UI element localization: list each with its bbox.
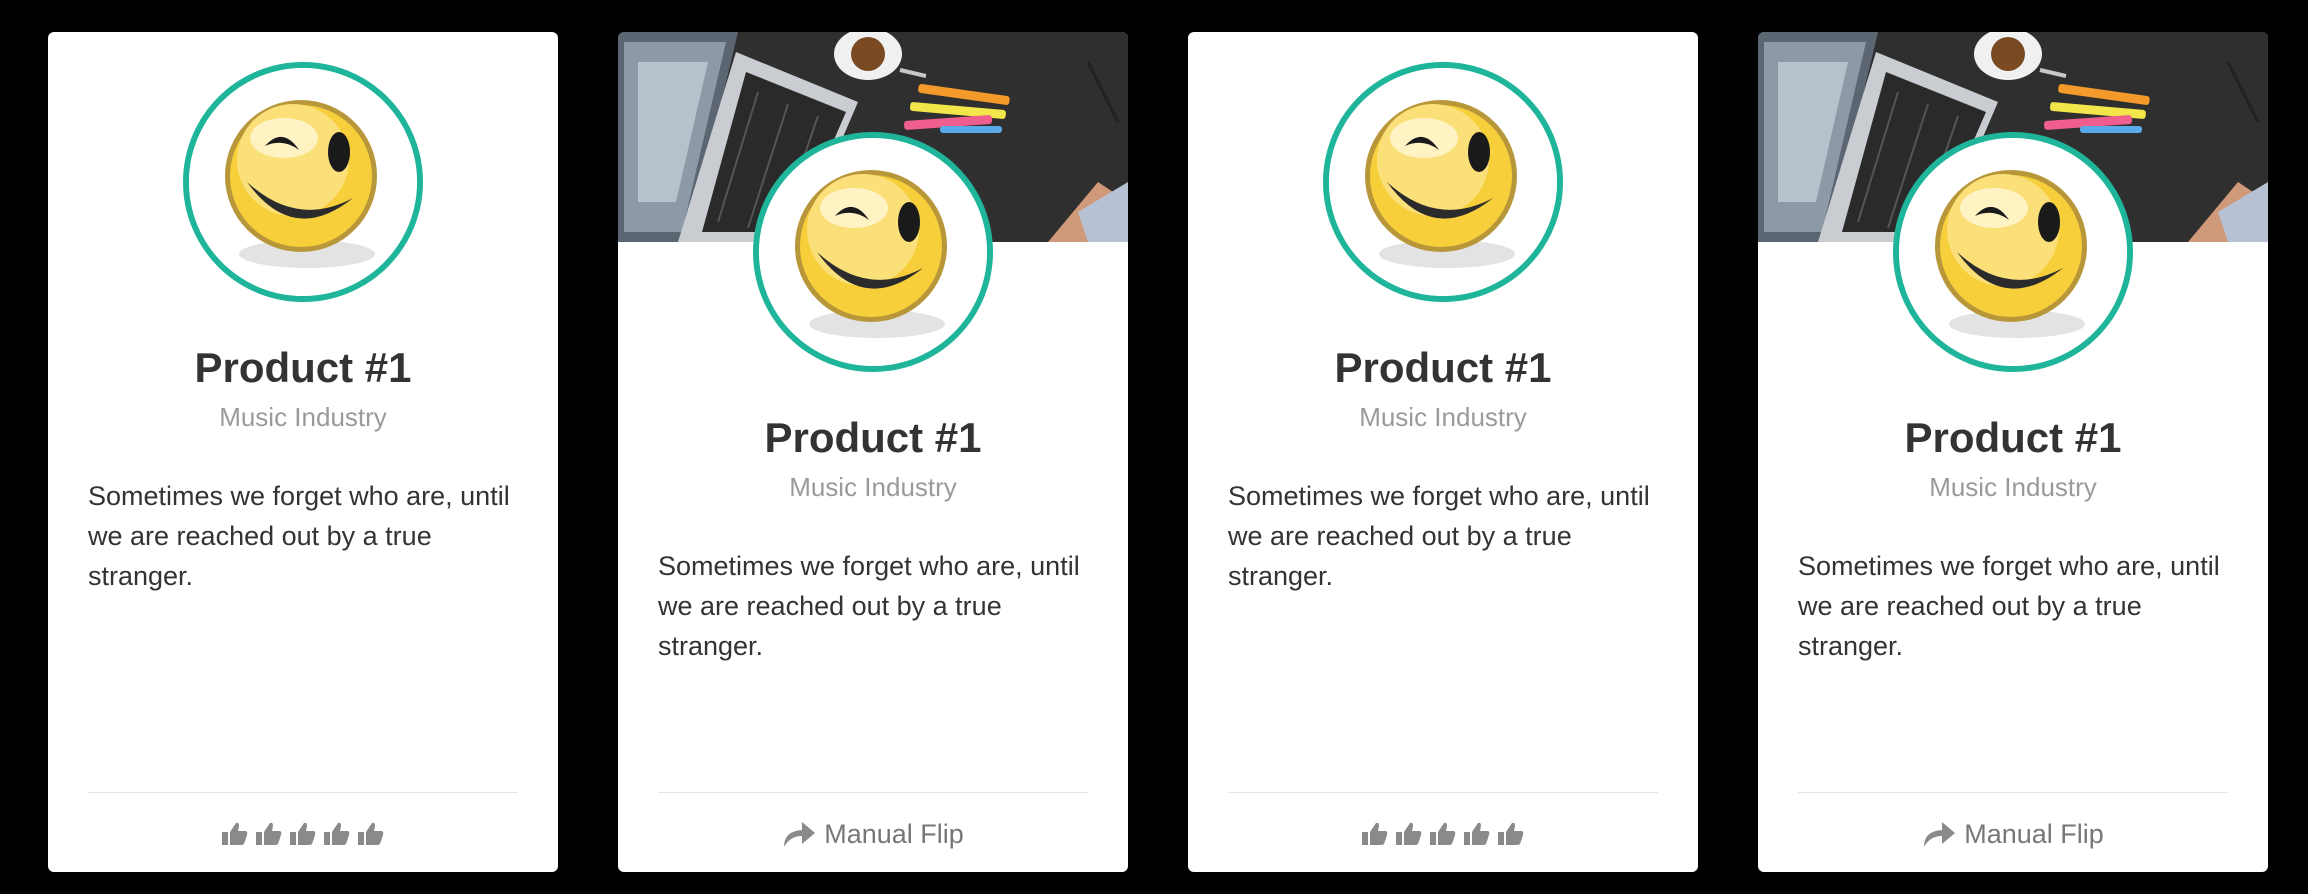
thumbs-up-icon[interactable] (357, 821, 385, 847)
card-footer (48, 804, 558, 864)
product-title: Product #1 (764, 414, 982, 461)
thumbs-up-icon[interactable] (289, 821, 317, 847)
divider (88, 792, 518, 793)
thumbs-up-icon[interactable] (1463, 821, 1491, 847)
card-footer: Manual Flip (618, 804, 1128, 864)
product-subtitle: Music Industry (219, 402, 387, 432)
product-title: Product #1 (194, 344, 412, 391)
manual-flip-label: Manual Flip (1964, 818, 2104, 849)
product-subtitle: Music Industry (1929, 472, 2097, 502)
product-subtitle: Music Industry (1359, 402, 1527, 432)
rating (221, 821, 385, 847)
divider (1798, 792, 2228, 793)
card-footer: Manual Flip (1758, 804, 2268, 864)
product-description: Sometimes we forget who are, until we ar… (1228, 481, 1650, 591)
product-card: Product #1 Music Industry Sometimes we f… (48, 32, 558, 872)
rating (1361, 821, 1525, 847)
product-description: Sometimes we forget who are, until we ar… (88, 481, 510, 591)
share-arrow-icon (1922, 819, 1956, 849)
thumbs-up-icon[interactable] (1497, 821, 1525, 847)
product-description: Sometimes we forget who are, until we ar… (1798, 551, 2220, 661)
avatar (1893, 132, 2133, 372)
thumbs-up-icon[interactable] (255, 821, 283, 847)
thumbs-up-icon[interactable] (1395, 821, 1423, 847)
winking-smiley-icon (759, 138, 987, 366)
product-title: Product #1 (1334, 344, 1552, 391)
winking-smiley-icon (1899, 138, 2127, 366)
thumbs-up-icon[interactable] (221, 821, 249, 847)
card-footer (1188, 804, 1698, 864)
divider (658, 792, 1088, 793)
thumbs-up-icon[interactable] (1429, 821, 1457, 847)
product-description: Sometimes we forget who are, until we ar… (658, 551, 1080, 661)
manual-flip-button[interactable]: Manual Flip (1922, 819, 2104, 850)
avatar (183, 62, 423, 302)
winking-smiley-icon (1329, 68, 1557, 296)
avatar (753, 132, 993, 372)
avatar (1323, 62, 1563, 302)
product-title: Product #1 (1904, 414, 2122, 461)
product-card: Product #1 Music Industry Sometimes we f… (618, 32, 1128, 872)
manual-flip-button[interactable]: Manual Flip (782, 819, 964, 850)
product-card: Product #1 Music Industry Sometimes we f… (1758, 32, 2268, 872)
divider (1228, 792, 1658, 793)
card-gallery: Product #1 Music Industry Sometimes we f… (0, 0, 2308, 894)
product-card: Product #1 Music Industry Sometimes we f… (1188, 32, 1698, 872)
product-subtitle: Music Industry (789, 472, 957, 502)
thumbs-up-icon[interactable] (323, 821, 351, 847)
manual-flip-label: Manual Flip (824, 818, 964, 849)
share-arrow-icon (782, 819, 816, 849)
winking-smiley-icon (189, 68, 417, 296)
thumbs-up-icon[interactable] (1361, 821, 1389, 847)
